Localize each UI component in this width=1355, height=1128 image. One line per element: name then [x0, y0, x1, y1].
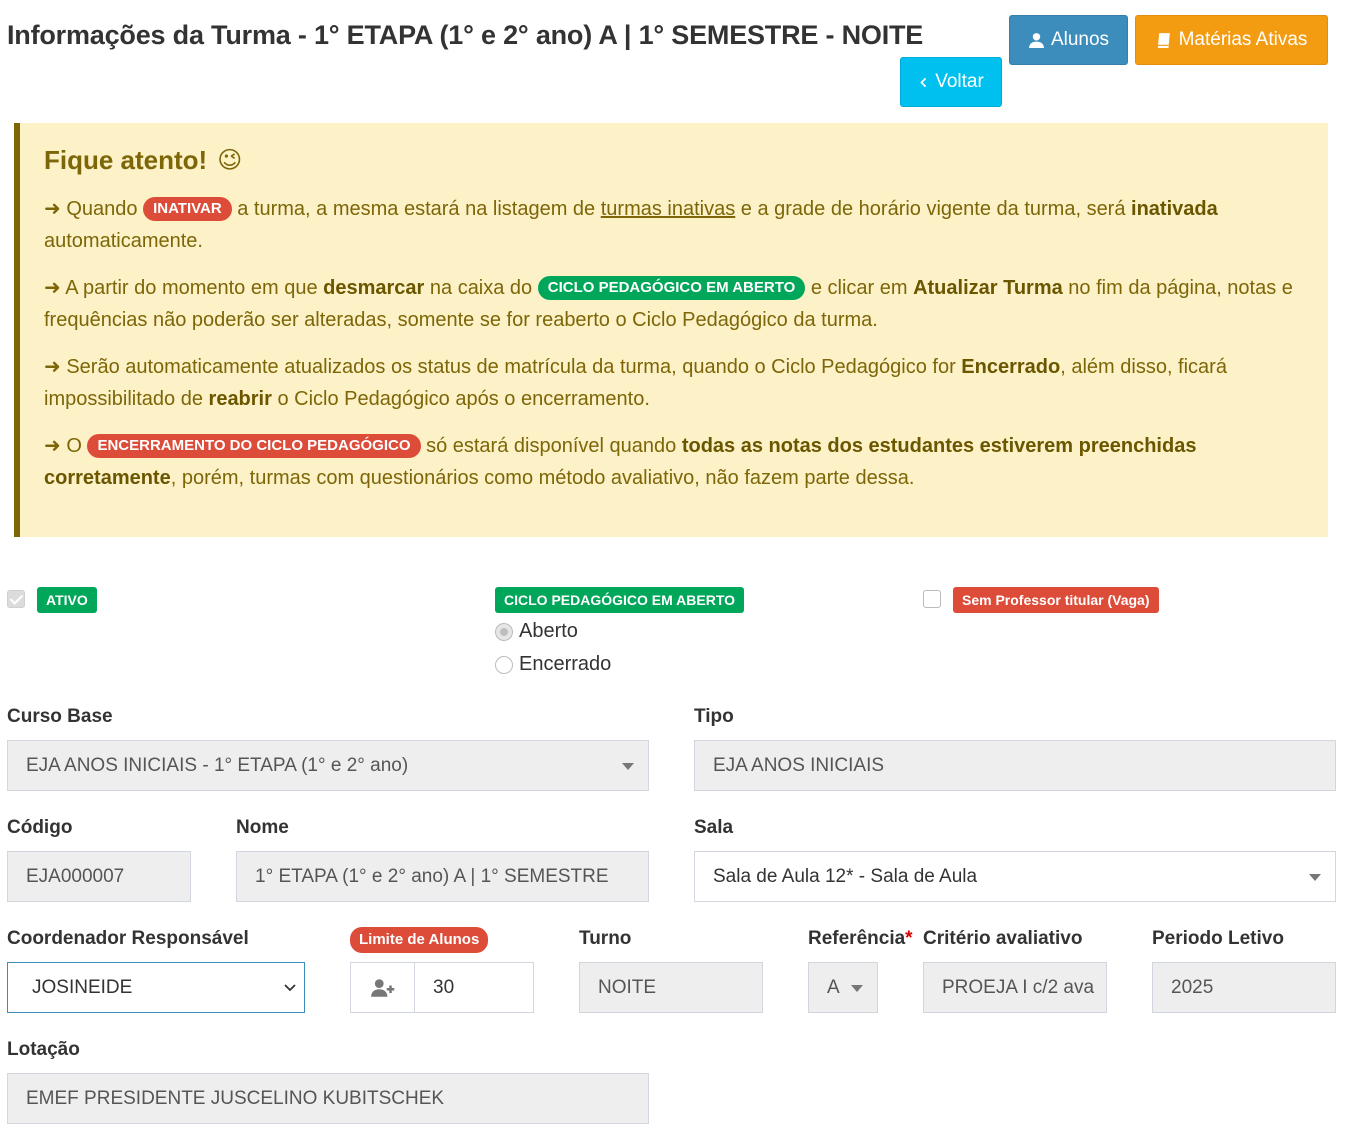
inativar-pill: INATIVAR [143, 197, 232, 221]
limite-alunos-value: 30 [433, 976, 455, 998]
callout-paragraph-2: ➜ A partir do momento em que desmarcar n… [44, 272, 1304, 336]
user-plus-icon [370, 978, 394, 997]
text: Quando [60, 198, 144, 220]
encerrado-radio[interactable] [495, 655, 513, 674]
text: , porém, turmas com questionários como m… [170, 467, 915, 489]
coordenador-select[interactable]: JOSINEIDE [7, 962, 305, 1013]
callout-title: Fique atento! 😉 [44, 145, 242, 176]
bold-text: reabrir [208, 388, 272, 410]
ciclo-encerrado-option[interactable]: Encerrado [495, 653, 611, 676]
text: e a grade de horário vigente da turma, s… [735, 198, 1132, 220]
periodo-letivo-value: 2025 [1171, 976, 1214, 998]
periodo-letivo-label: Periodo Letivo [1152, 928, 1284, 949]
ciclo-aberto-pill: CICLO PEDAGÓGICO EM ABERTO [537, 276, 806, 300]
tipo-label: Tipo [694, 706, 734, 727]
curso-base-select[interactable]: EJA ANOS INICIAIS - 1° ETAPA (1° e 2° an… [7, 740, 649, 791]
curso-base-label: Curso Base [7, 706, 113, 727]
bold-text: desmarcar [323, 277, 425, 299]
referencia-value: A [827, 976, 840, 998]
bold-text: Encerrado [961, 356, 1061, 378]
ativo-label: ATIVO [37, 587, 97, 613]
encerrado-radio-label: Encerrado [519, 653, 612, 675]
aberto-radio[interactable] [495, 622, 513, 641]
referencia-label-text: Referência [808, 928, 906, 949]
materias-ativas-label: Matérias Ativas [1178, 29, 1308, 50]
criterio-field[interactable]: PROEJA I c/2 ava [923, 962, 1107, 1013]
nome-label: Nome [236, 817, 289, 838]
callout-paragraph-1: ➜ Quando INATIVAR a turma, a mesma estar… [44, 193, 1304, 257]
ciclo-pedagogico-label: CICLO PEDAGÓGICO EM ABERTO [495, 587, 745, 613]
text: só estará disponível quando [420, 435, 682, 457]
text: o Ciclo Pedagógico após o encerramento. [271, 388, 650, 410]
curso-base-value: EJA ANOS INICIAIS - 1° ETAPA (1° e 2° an… [26, 754, 409, 776]
nome-value: 1° ETAPA (1° e 2° ano) A | 1° SEMESTRE [255, 865, 609, 887]
codigo-field[interactable]: EJA000007 [7, 851, 191, 902]
sala-value: Sala de Aula 12* - Sala de Aula [713, 865, 978, 887]
codigo-value: EJA000007 [26, 865, 125, 887]
bold-text: Atualizar Turma [913, 277, 1063, 299]
coordenador-label: Coordenador Responsável [7, 928, 249, 949]
caret-down-icon [1309, 874, 1321, 881]
callout-title-text: Fique atento! [44, 145, 208, 175]
required-asterisk: * [905, 928, 913, 949]
chevron-down-icon [284, 984, 296, 992]
voltar-button-label: Voltar [935, 71, 984, 92]
codigo-label: Código [7, 817, 73, 838]
book-icon [1157, 32, 1170, 48]
criterio-value: PROEJA I c/2 ava [942, 976, 1095, 998]
aberto-radio-label: Aberto [519, 620, 578, 642]
tipo-field[interactable]: EJA ANOS INICIAIS [694, 740, 1336, 791]
add-user-addon [350, 962, 415, 1013]
turno-field[interactable]: NOITE [579, 962, 763, 1013]
text: na caixa do [424, 277, 538, 299]
turmas-inativas-link[interactable]: turmas inativas [601, 198, 736, 220]
voltar-button[interactable]: Voltar [900, 57, 1002, 107]
referencia-label: Referência* [808, 928, 913, 950]
sem-professor-checkbox[interactable] [923, 590, 941, 608]
coordenador-value: JOSINEIDE [32, 976, 133, 998]
nome-field[interactable]: 1° ETAPA (1° e 2° ano) A | 1° SEMESTRE [236, 851, 649, 902]
text: a turma, a mesma estará na listagem de [231, 198, 601, 220]
limite-alunos-input[interactable]: 30 [414, 962, 534, 1013]
sem-professor-label: Sem Professor titular (Vaga) [953, 587, 1159, 613]
sala-select[interactable]: Sala de Aula 12* - Sala de Aula [694, 851, 1336, 902]
text: A partir do momento em que [60, 277, 324, 299]
text: automaticamente. [44, 230, 203, 252]
lotacao-value: EMEF PRESIDENTE JUSCELINO KUBITSCHEK [26, 1087, 445, 1109]
text: Serão automaticamente atualizados os sta… [60, 356, 962, 378]
materias-ativas-button[interactable]: Matérias Ativas [1135, 15, 1328, 65]
text: O [60, 435, 88, 457]
text: e clicar em [805, 277, 914, 299]
turno-value: NOITE [598, 976, 657, 998]
criterio-label: Critério avaliativo [923, 928, 1083, 949]
arrow-right-icon: ➜ [44, 277, 61, 299]
page-title: Informações da Turma - 1° ETAPA (1° e 2°… [7, 20, 924, 50]
tipo-value: EJA ANOS INICIAIS [713, 754, 885, 776]
turno-label: Turno [579, 928, 632, 949]
ativo-checkbox[interactable] [7, 590, 25, 608]
alunos-button[interactable]: Alunos [1009, 15, 1128, 65]
lotacao-field[interactable]: EMEF PRESIDENTE JUSCELINO KUBITSCHEK [7, 1073, 649, 1124]
encerramento-pill: ENCERRAMENTO DO CICLO PEDAGÓGICO [87, 434, 421, 458]
periodo-letivo-field[interactable]: 2025 [1152, 962, 1336, 1013]
sala-label: Sala [694, 817, 734, 838]
caret-down-icon [851, 985, 863, 992]
caret-down-icon [622, 763, 634, 770]
lotacao-label: Lotação [7, 1039, 80, 1060]
chevron-left-icon [920, 77, 927, 87]
referencia-select[interactable]: A [808, 962, 878, 1013]
alunos-button-label: Alunos [1050, 29, 1110, 50]
arrow-right-icon: ➜ [44, 198, 61, 220]
limite-alunos-label: Limite de Alunos [350, 927, 489, 953]
arrow-right-icon: ➜ [44, 356, 61, 378]
warning-callout: Fique atento! 😉 ➜ Quando INATIVAR a turm… [14, 123, 1328, 537]
callout-paragraph-3: ➜ Serão automaticamente atualizados os s… [44, 351, 1304, 415]
callout-paragraph-4: ➜ O ENCERRAMENTO DO CICLO PEDAGÓGICO só … [44, 430, 1304, 494]
user-icon [1029, 32, 1044, 48]
bold-text: inativada [1131, 198, 1218, 220]
wink-emoji-icon: 😉 [217, 147, 243, 174]
ciclo-aberto-option[interactable]: Aberto [495, 620, 578, 643]
arrow-right-icon: ➜ [44, 435, 61, 457]
